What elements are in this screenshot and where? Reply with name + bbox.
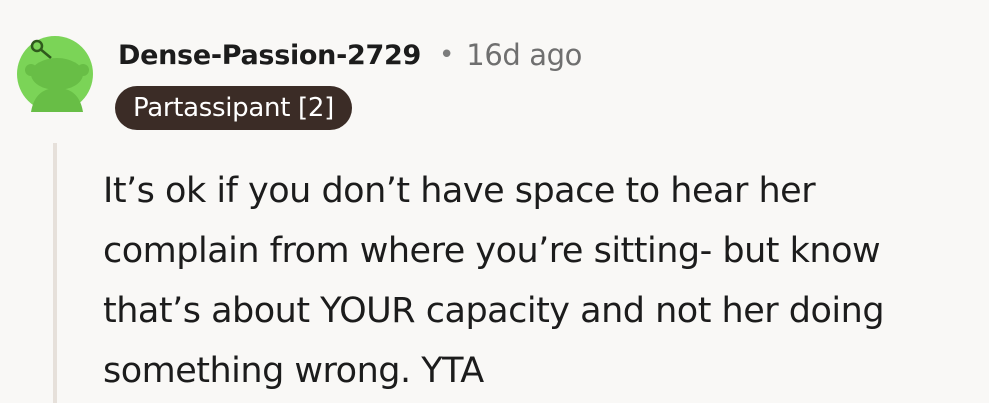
thread-line[interactable]: [53, 143, 57, 403]
timestamp-link[interactable]: 16d ago: [466, 38, 582, 72]
comment-header: Dense-Passion-2729 • 16d ago: [118, 33, 582, 77]
separator-dot: •: [438, 40, 455, 70]
user-avatar[interactable]: [17, 22, 97, 118]
user-flair-badge: Partassipant [2]: [115, 86, 352, 130]
comment-body: It’s ok if you don’t have space to hear …: [103, 171, 885, 391]
username-link[interactable]: Dense-Passion-2729: [118, 40, 421, 71]
snoo-avatar-icon: [17, 36, 93, 112]
